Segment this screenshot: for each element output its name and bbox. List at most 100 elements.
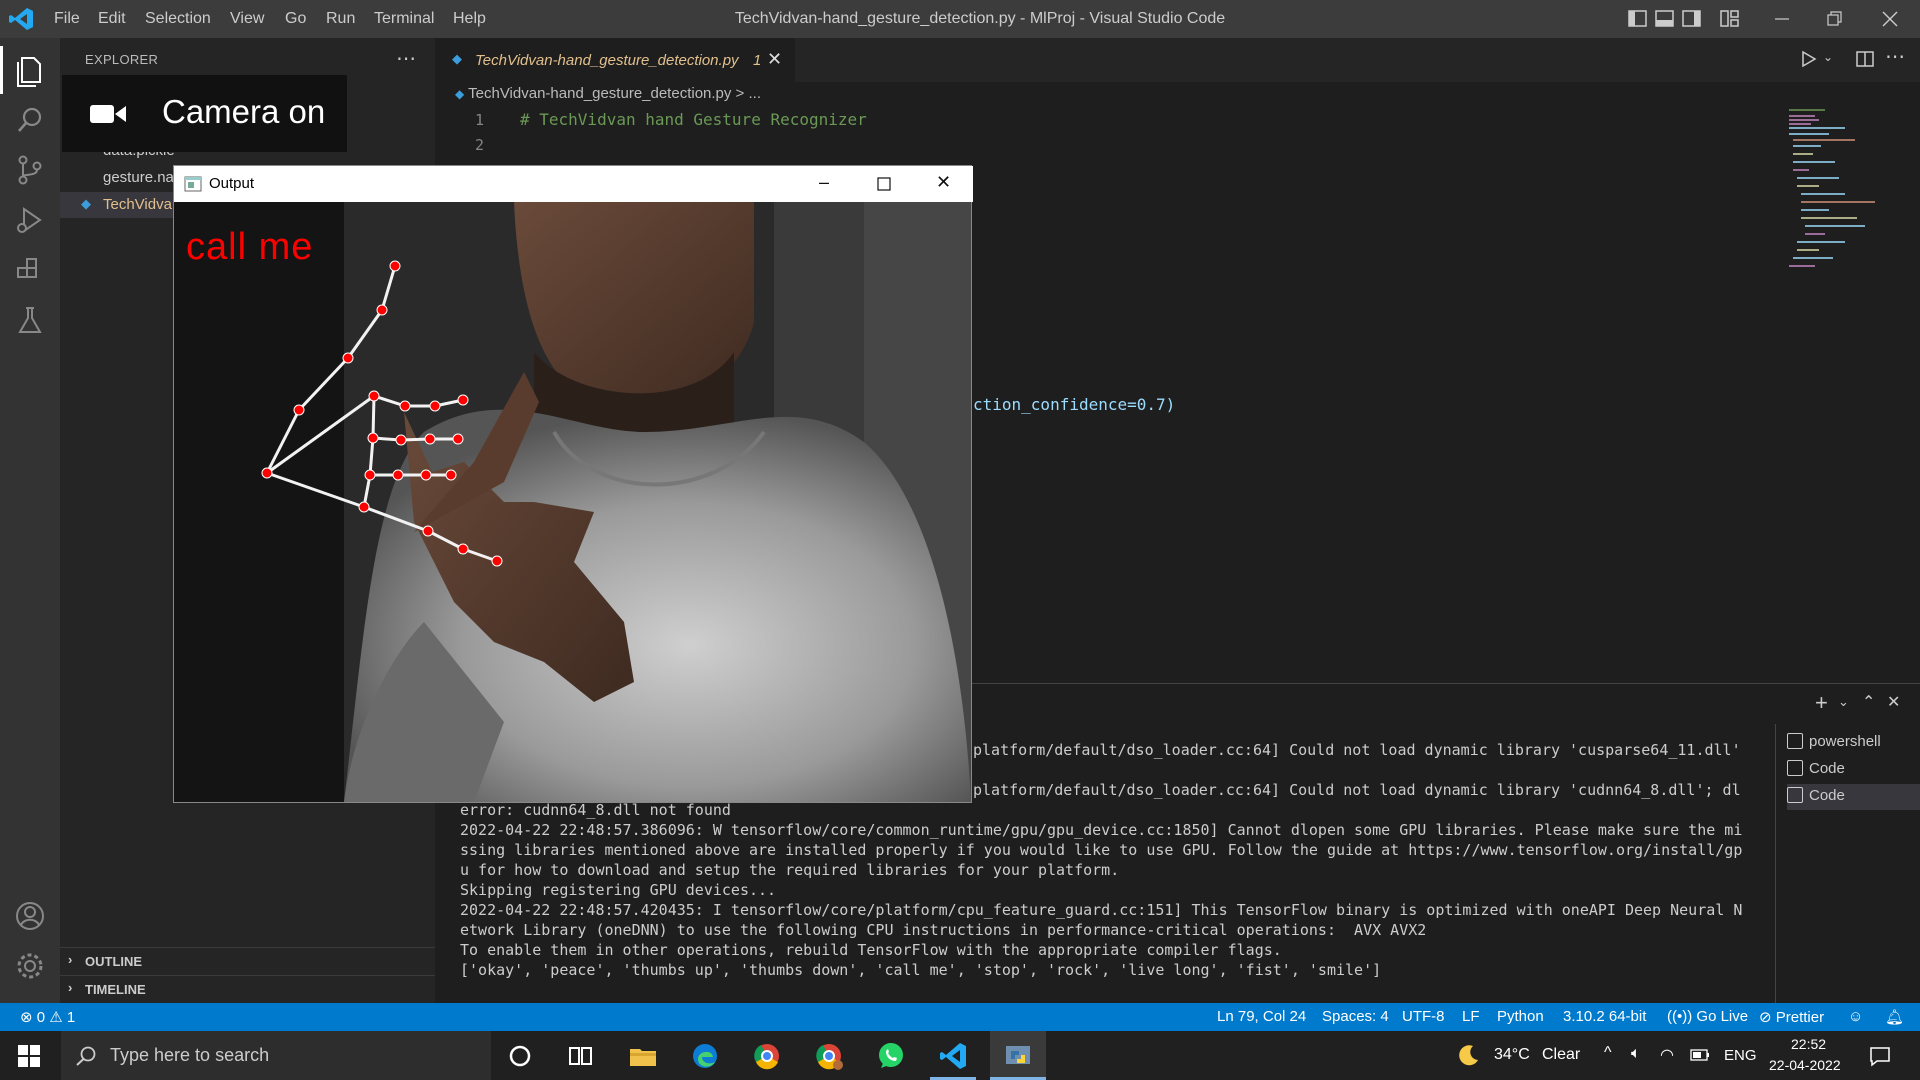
toggle-sidebar-icon[interactable] [1628,9,1648,29]
code-line-fragment[interactable]: ction_confidence=0.7) [973,395,1175,414]
output-close-icon[interactable]: ✕ [936,172,951,193]
chevron-right-icon: › [68,952,73,967]
file-techvidvan[interactable]: TechVidva [103,196,172,213]
toggle-secondary-sidebar-icon[interactable] [1682,9,1702,29]
testing-icon[interactable] [10,300,50,340]
run-file-icon[interactable] [1800,50,1818,68]
menu-selection[interactable]: Selection [145,10,211,28]
source-control-icon[interactable] [10,150,50,190]
hand-landmark-point [457,394,469,406]
output-maximize-icon[interactable] [877,177,891,191]
output-window[interactable]: Output – ✕ call me [173,165,973,803]
hand-landmark-point [445,469,457,481]
activity-bar [0,38,60,1004]
terminal-dropdown-icon[interactable]: ⌄ [1838,694,1849,710]
timeline-section[interactable]: › TIMELINE [60,975,435,1003]
output-minimize-icon[interactable]: – [819,172,829,193]
breadcrumb-path: TechVidvan-hand_gesture_detection.py > .… [468,85,761,102]
python-file-icon: ◆ [452,51,462,66]
battery-icon[interactable] [1690,1049,1710,1061]
editor-tab[interactable]: ◆ TechVidvan-hand_gesture_detection.py 1… [435,38,795,82]
terminal-instance-code-active[interactable]: Code [1787,784,1920,810]
maximize-panel-icon[interactable]: ⌃ [1862,692,1875,712]
clock-date[interactable]: 22-04-2022 [1769,1057,1841,1073]
network-wifi-icon[interactable]: ◠ [1660,1045,1674,1065]
terminal-instance-powershell[interactable]: powershell [1787,730,1920,756]
breadcrumb[interactable]: ◆ TechVidvan-hand_gesture_detection.py >… [455,85,761,102]
weather-condition[interactable]: Clear [1542,1046,1580,1064]
weather-moon-icon[interactable] [1457,1043,1481,1067]
customize-layout-icon[interactable] [1720,9,1740,29]
end-of-line[interactable]: LF [1462,1008,1480,1025]
cortana-icon[interactable] [505,1041,535,1071]
terminal-instance-code[interactable]: Code [1787,757,1920,783]
code-line[interactable]: # TechVidvan hand Gesture Recognizer [520,110,867,129]
settings-gear-icon[interactable] [10,946,50,986]
output-window-titlebar[interactable]: Output – ✕ [174,166,973,202]
restore-icon[interactable] [1825,9,1845,29]
notifications-bell-icon[interactable]: 🔔︎ [1885,1008,1904,1026]
menu-terminal[interactable]: Terminal [374,10,434,28]
close-icon[interactable] [1880,9,1900,29]
tab-close-icon[interactable]: ✕ [767,49,782,70]
indentation[interactable]: Spaces: 4 [1322,1008,1389,1025]
account-icon[interactable] [10,896,50,936]
chrome-icon[interactable] [752,1041,782,1071]
extensions-icon[interactable] [10,250,50,290]
menu-file[interactable]: File [54,10,80,28]
explorer-icon[interactable] [10,50,50,90]
input-language[interactable]: ENG [1724,1047,1757,1064]
prettier-button[interactable]: ⊘ Prettier [1759,1008,1824,1026]
encoding[interactable]: UTF-8 [1402,1008,1445,1025]
clock-time[interactable]: 22:52 [1791,1036,1826,1052]
error-count: 0 [36,1009,46,1026]
new-terminal-icon[interactable]: + [1815,690,1828,716]
file-explorer-icon[interactable] [628,1041,658,1071]
menu-view[interactable]: View [230,10,264,28]
hand-connection-line [297,356,350,412]
close-panel-icon[interactable]: ✕ [1887,692,1900,712]
edge-browser-icon[interactable] [690,1041,720,1071]
menu-help[interactable]: Help [453,10,486,28]
more-actions-icon[interactable]: ⋯ [396,46,416,71]
terminal-line: 2022-04-22 22:48:57.386096: W tensorflow… [460,821,1743,839]
run-debug-icon[interactable] [10,200,50,240]
windows-start-icon[interactable] [18,1045,40,1067]
toggle-panel-icon[interactable] [1655,9,1675,29]
file-gesture-names[interactable]: gesture.na [103,169,174,186]
action-center-icon[interactable] [1868,1044,1892,1068]
error-icon: ⊗ [20,1009,33,1026]
weather-temperature[interactable]: 34°C [1494,1046,1530,1064]
minimap[interactable] [1785,100,1905,280]
menu-go[interactable]: Go [285,10,306,28]
warning-icon: ⚠ [49,1009,63,1026]
menu-run[interactable]: Run [326,10,355,28]
problems-status[interactable]: ⊗ 0 ⚠ 1 [20,1008,75,1026]
output-window-title: Output [209,175,255,192]
go-live-label: Go Live [1696,1008,1749,1025]
whatsapp-icon[interactable] [876,1041,906,1071]
minimize-icon[interactable] [1772,9,1792,29]
explorer-title: EXPLORER [85,52,159,67]
vscode-taskbar-icon[interactable] [938,1041,968,1071]
python-file-icon: ◆ [455,87,465,101]
search-icon[interactable] [10,100,50,140]
outline-section[interactable]: › OUTLINE [60,947,435,975]
show-hidden-icons-chevron-icon[interactable]: ^ [1604,1044,1612,1062]
cursor-position[interactable]: Ln 79, Col 24 [1217,1008,1306,1025]
python-interpreter[interactable]: 3.10.2 64-bit [1563,1008,1646,1025]
feedback-icon[interactable]: ☺ [1848,1008,1863,1025]
language-mode[interactable]: Python [1497,1008,1544,1025]
python-taskbar-button[interactable] [990,1031,1046,1080]
volume-icon[interactable]: 🔈︎ [1631,1045,1641,1063]
line-number: 2 [475,136,485,154]
menu-edit[interactable]: Edit [98,10,126,28]
run-dropdown-chevron-icon[interactable]: ⌄ [1823,50,1833,64]
editor-more-icon[interactable]: ⋯ [1885,44,1905,69]
taskbar-search-box[interactable]: Type here to search [61,1031,491,1080]
hand-landmark-point [452,433,464,445]
split-editor-icon[interactable] [1855,49,1875,69]
chrome-profile-icon[interactable] [814,1041,844,1071]
task-view-icon[interactable] [566,1041,596,1071]
go-live-button[interactable]: ((•)) Go Live [1667,1008,1748,1025]
